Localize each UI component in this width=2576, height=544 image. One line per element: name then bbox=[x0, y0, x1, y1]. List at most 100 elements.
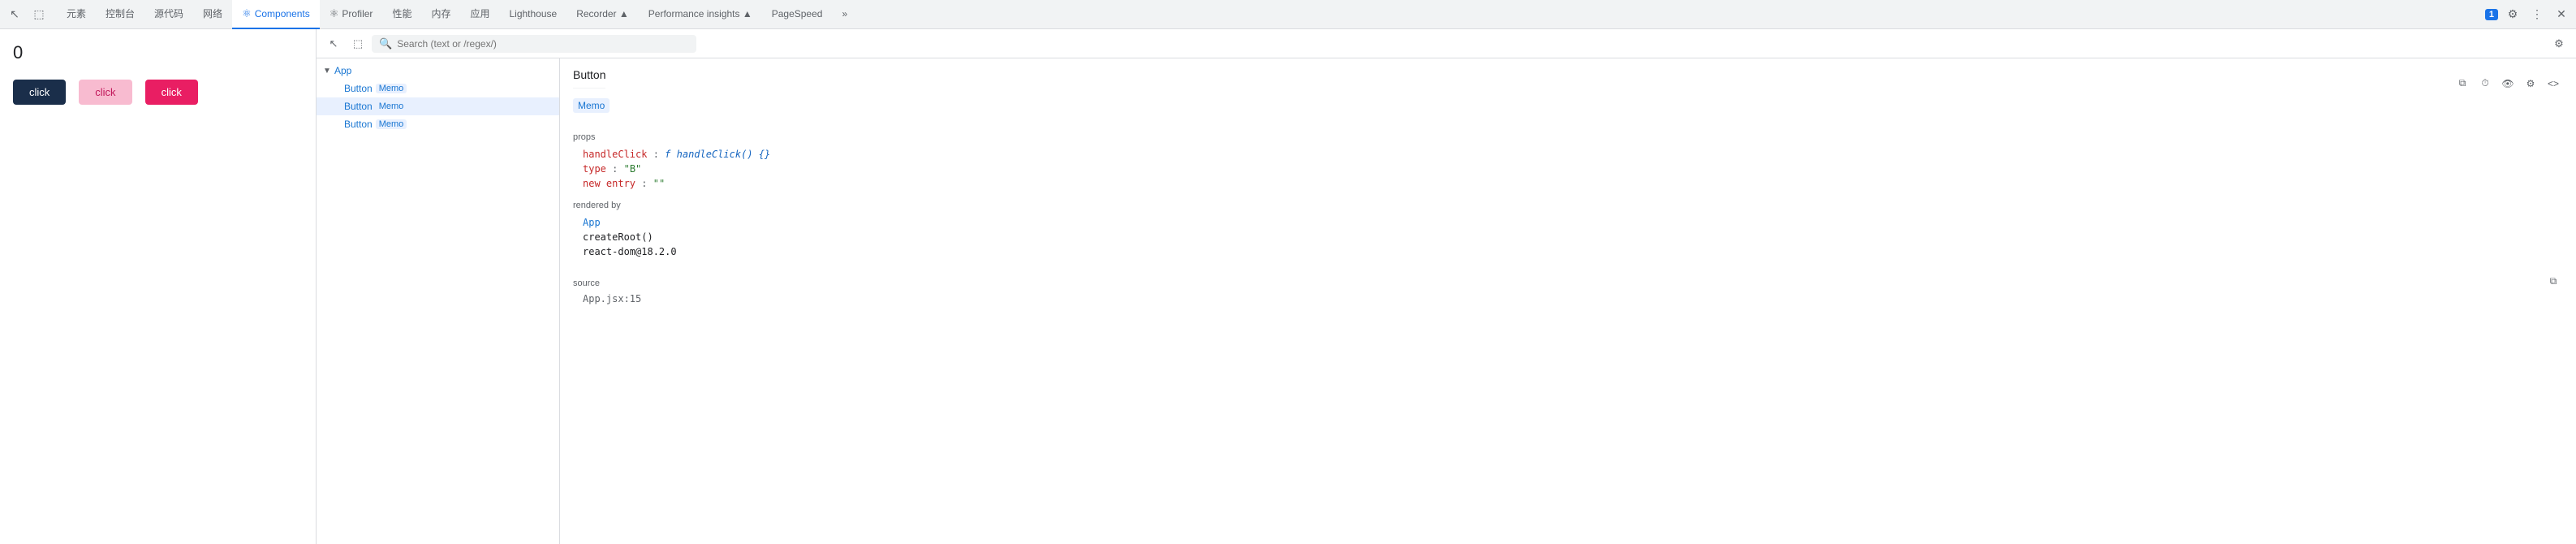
prop-type: type : "B" bbox=[573, 162, 2563, 176]
tab-application-label: 应用 bbox=[470, 6, 489, 20]
detail-panel: Button ⧉ ⏱ 👁 ⚙ <> Memo props handleClick… bbox=[560, 58, 2576, 544]
source-header: source ⧉ bbox=[573, 269, 2563, 293]
tree-button-2-label: Button bbox=[344, 101, 373, 112]
tree-arrow-down-icon: ▼ bbox=[323, 67, 334, 76]
tab-perf-insights[interactable]: Performance insights ▲ bbox=[639, 0, 762, 29]
devtools-settings-icon[interactable]: ⚙ bbox=[2501, 3, 2524, 26]
tab-console[interactable]: 控制台 bbox=[96, 0, 144, 29]
tree-app-label: App bbox=[334, 65, 351, 76]
preview-pane: 0 click click click bbox=[0, 29, 317, 544]
rendered-by-reactdom: react-dom@18.2.0 bbox=[573, 244, 2563, 259]
tab-profiler[interactable]: ⚛ Profiler bbox=[320, 0, 383, 29]
rendered-by-label: rendered by bbox=[573, 201, 2563, 210]
tab-memory[interactable]: 内存 bbox=[421, 0, 460, 29]
rendered-by-createroot-text: createRoot() bbox=[583, 231, 653, 243]
main-content: 0 click click click ↖ ⬚ 🔍 ⚙ ▼ Ap bbox=[0, 29, 2576, 544]
search-settings-icon[interactable]: ⚙ bbox=[2548, 33, 2570, 54]
tab-pagespeed[interactable]: PageSpeed bbox=[762, 0, 833, 29]
devtools-overflow-icon[interactable]: ⋮ bbox=[2526, 3, 2548, 26]
source-value: App.jsx:15 bbox=[573, 293, 2563, 304]
tree-button-3-label: Button bbox=[344, 119, 373, 130]
detail-eye-icon[interactable]: 👁 bbox=[2498, 74, 2518, 93]
source-copy-icon[interactable]: ⧉ bbox=[2544, 271, 2563, 291]
profiler-react-icon: ⚛ bbox=[330, 7, 339, 20]
tab-perf-insights-label: Performance insights ▲ bbox=[648, 8, 752, 19]
tab-memory-label: 内存 bbox=[431, 6, 450, 20]
tab-elements[interactable]: 元素 bbox=[57, 0, 96, 29]
prop-key-type: type bbox=[583, 163, 606, 175]
search-input[interactable] bbox=[397, 38, 689, 50]
secondary-toolbar: ↖ ⬚ 🔍 ⚙ bbox=[317, 29, 2576, 58]
memo-badge: Memo bbox=[573, 98, 610, 113]
tab-count-badge: 1 bbox=[2485, 9, 2498, 20]
prop-new-entry: new entry : "" bbox=[573, 176, 2563, 191]
tab-components-label: Components bbox=[255, 8, 310, 19]
tree-memo-badge-2: Memo bbox=[376, 101, 407, 111]
detail-source-icon[interactable]: <> bbox=[2544, 74, 2563, 93]
tab-bar-left: ↖ ⬚ bbox=[3, 3, 50, 26]
tab-sources[interactable]: 源代码 bbox=[144, 0, 193, 29]
rendered-by-section: rendered by App createRoot() react-dom@1… bbox=[573, 201, 2563, 259]
devtools-panel: ↖ ⬚ 🔍 ⚙ ▼ App Button Memo bbox=[317, 29, 2576, 544]
tab-network-label: 网络 bbox=[203, 6, 222, 20]
detail-timer-icon[interactable]: ⏱ bbox=[2475, 74, 2495, 93]
tab-bar: ↖ ⬚ 元素 控制台 源代码 网络 ⚛ Components ⚛ Profile… bbox=[0, 0, 2576, 29]
tab-lighthouse[interactable]: Lighthouse bbox=[499, 0, 566, 29]
tab-recorder[interactable]: Recorder ▲ bbox=[566, 0, 639, 29]
rendered-by-createroot: createRoot() bbox=[573, 230, 2563, 244]
props-section-label: props bbox=[573, 132, 2563, 142]
search-box: 🔍 bbox=[372, 35, 696, 53]
tree-memo-badge-3: Memo bbox=[376, 119, 407, 129]
tab-elements-label: 元素 bbox=[67, 6, 86, 20]
tab-performance[interactable]: 性能 bbox=[382, 0, 421, 29]
prop-value-type: "B" bbox=[624, 163, 642, 175]
components-react-icon: ⚛ bbox=[242, 7, 252, 20]
source-label: source bbox=[573, 278, 600, 288]
prop-handleClick: handleClick : f handleClick() {} bbox=[573, 147, 2563, 162]
square-icon-btn[interactable]: ⬚ bbox=[28, 3, 50, 26]
prop-value-handleClick: f handleClick() {} bbox=[665, 149, 770, 160]
detail-copy-icon[interactable]: ⧉ bbox=[2453, 74, 2472, 93]
tab-lighthouse-label: Lighthouse bbox=[509, 8, 557, 19]
detail-settings-icon[interactable]: ⚙ bbox=[2521, 74, 2540, 93]
tab-bar-right: 1 ⚙ ⋮ ✕ bbox=[2485, 3, 2573, 26]
tab-network[interactable]: 网络 bbox=[193, 0, 232, 29]
prop-value-new-entry: "" bbox=[653, 178, 665, 189]
tab-components[interactable]: ⚛ Components bbox=[232, 0, 320, 29]
cursor-icon-btn[interactable]: ↖ bbox=[3, 3, 26, 26]
source-section: source ⧉ App.jsx:15 bbox=[573, 269, 2563, 304]
tab-pagespeed-label: PageSpeed bbox=[772, 8, 823, 19]
click-button-dark[interactable]: click bbox=[13, 80, 66, 105]
tab-more[interactable]: » bbox=[832, 0, 857, 29]
tab-performance-label: 性能 bbox=[392, 6, 411, 20]
tab-more-label: » bbox=[842, 8, 847, 19]
inspect-icon[interactable]: ⬚ bbox=[347, 33, 368, 54]
devtools-close-icon[interactable]: ✕ bbox=[2550, 3, 2573, 26]
tab-console-label: 控制台 bbox=[106, 6, 135, 20]
click-button-pink[interactable]: click bbox=[79, 80, 131, 105]
tree-item-button-3[interactable]: Button Memo bbox=[317, 115, 559, 133]
prop-key-handleClick: handleClick bbox=[583, 149, 647, 160]
tree-item-app[interactable]: ▼ App bbox=[317, 62, 559, 80]
button-row: click click click bbox=[13, 80, 303, 105]
select-component-icon[interactable]: ↖ bbox=[323, 33, 344, 54]
detail-header-icons: ⧉ ⏱ 👁 ⚙ <> bbox=[2453, 74, 2563, 93]
prop-key-new-entry: new entry bbox=[583, 178, 635, 189]
tree-item-button-1[interactable]: Button Memo bbox=[317, 80, 559, 97]
panel-body: ▼ App Button Memo Button Memo bbox=[317, 58, 2576, 544]
tree-memo-badge-1: Memo bbox=[376, 84, 407, 93]
tree-panel: ▼ App Button Memo Button Memo bbox=[317, 58, 560, 544]
rendered-by-app: App bbox=[573, 215, 2563, 230]
tab-sources-label: 源代码 bbox=[154, 6, 183, 20]
rendered-by-app-link[interactable]: App bbox=[583, 217, 601, 228]
search-icon: 🔍 bbox=[379, 37, 392, 50]
detail-component-title: Button bbox=[573, 68, 605, 89]
tree-button-1-label: Button bbox=[344, 83, 373, 94]
tab-recorder-label: Recorder ▲ bbox=[576, 8, 629, 19]
tab-profiler-label: Profiler bbox=[342, 8, 373, 19]
tab-application[interactable]: 应用 bbox=[460, 0, 499, 29]
click-button-red[interactable]: click bbox=[145, 80, 198, 105]
tab-items: 元素 控制台 源代码 网络 ⚛ Components ⚛ Profiler 性能… bbox=[57, 0, 857, 29]
tree-item-button-2[interactable]: Button Memo bbox=[317, 97, 559, 115]
detail-header: Button ⧉ ⏱ 👁 ⚙ <> bbox=[573, 68, 2563, 98]
